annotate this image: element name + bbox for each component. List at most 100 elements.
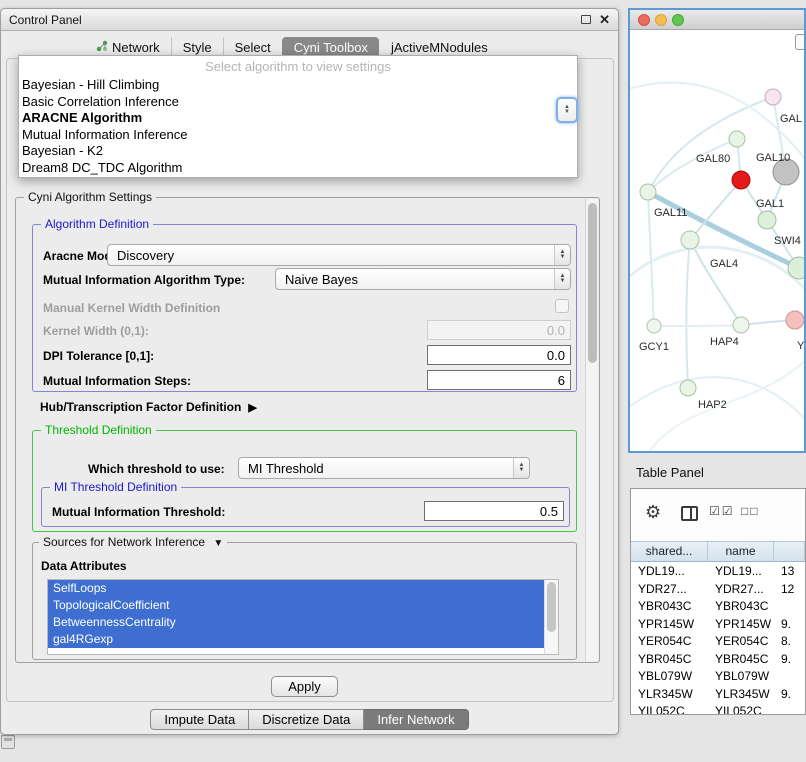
network-edge[interactable]: [690, 180, 741, 240]
table-row[interactable]: YBR043CYBR043C: [631, 598, 805, 616]
table-row[interactable]: YBR045CYBR045C9.: [631, 651, 805, 669]
network-edge[interactable]: [690, 240, 741, 325]
table-row[interactable]: YLR345WYLR345W9.: [631, 686, 805, 704]
table-row[interactable]: YIL052CYIL052C: [631, 703, 805, 714]
table-body: YDL19...YDL19...13YDR27...YDR27...12YBR0…: [631, 563, 805, 714]
zoom-traffic-light-icon[interactable]: [672, 14, 684, 26]
network-node[interactable]: [733, 317, 749, 333]
algorithm-option-aracne-algorithm[interactable]: ARACNE Algorithm: [19, 110, 577, 127]
table-cell: YIL052C: [708, 703, 774, 714]
algorithm-option-bayesian-k2[interactable]: Bayesian - K2: [19, 143, 577, 160]
table-row[interactable]: YPR145WYPR145W9.: [631, 616, 805, 634]
table-cell: YBL079W: [631, 668, 708, 686]
network-node[interactable]: [765, 89, 781, 105]
combo-arrows-icon: ▲▼: [554, 245, 570, 265]
mi-threshold-label: Mutual Information Threshold:: [52, 505, 225, 519]
algorithm-option-mutual-information-inference[interactable]: Mutual Information Inference: [19, 127, 577, 144]
close-window-icon[interactable]: ✕: [599, 13, 610, 26]
columns-icon[interactable]: [681, 506, 698, 521]
node-label: SWI4: [774, 235, 801, 247]
node-label: GAL80: [696, 153, 730, 165]
algorithm-definition-group: Algorithm Definition Aracne Mode: Discov…: [32, 224, 577, 392]
manual-kernel-checkbox[interactable]: [555, 299, 569, 313]
tab-label: Network: [112, 40, 160, 55]
network-edge[interactable]: [650, 360, 804, 450]
table-cell: YIL052C: [631, 703, 708, 714]
algorithm-option-basic-correlation-inference[interactable]: Basic Correlation Inference: [19, 94, 577, 111]
combo-down-icon: ▼: [564, 110, 570, 115]
gear-icon[interactable]: ⚙: [645, 503, 661, 521]
aracne-mode-value: Discovery: [117, 248, 554, 263]
network-node[interactable]: [647, 319, 661, 333]
node-label: GCY1: [639, 341, 669, 353]
aracne-mode-select[interactable]: Discovery ▲▼: [107, 244, 571, 266]
network-window-titlebar[interactable]: [630, 10, 804, 30]
mi-steps-field[interactable]: [427, 370, 571, 390]
collapsed-arrow-icon[interactable]: ▶: [248, 401, 256, 414]
attribute-item-betweennesscentrality[interactable]: BetweennessCentrality: [48, 614, 544, 631]
node-label: GAL4: [710, 258, 738, 270]
dpi-tolerance-field[interactable]: [427, 345, 571, 365]
kernel-width-field[interactable]: [427, 320, 571, 340]
network-node[interactable]: [758, 211, 776, 229]
tab-label: Style: [183, 40, 212, 55]
mi-algorithm-type-select[interactable]: Naive Bayes ▲▼: [275, 268, 571, 290]
dropdown-placeholder: Select algorithm to view settings: [19, 56, 577, 77]
network-node[interactable]: [732, 171, 750, 189]
table-cell: YBR045C: [631, 651, 708, 669]
bottom-tab-impute-data[interactable]: Impute Data: [150, 709, 249, 730]
column-header-name[interactable]: name: [708, 542, 774, 561]
float-window-icon[interactable]: [581, 15, 591, 24]
algorithm-option-bayesian-hill-climbing[interactable]: Bayesian - Hill Climbing: [19, 77, 577, 94]
table-cell: [774, 668, 805, 686]
network-toolbar-fragment[interactable]: [795, 34, 804, 50]
collapsed-panel-icon[interactable]: [1, 735, 15, 749]
clear-checkboxes-icon[interactable]: □□: [741, 504, 760, 518]
data-attributes-list[interactable]: SelfLoopsTopologicalCoefficientBetweenne…: [47, 579, 559, 655]
network-edge[interactable]: [686, 240, 690, 388]
close-traffic-light-icon[interactable]: [638, 14, 650, 26]
bottom-tab-discretize-data[interactable]: Discretize Data: [249, 709, 364, 730]
attribute-item-topologicalcoefficient[interactable]: TopologicalCoefficient: [48, 597, 544, 614]
scrollbar-thumb[interactable]: [547, 582, 556, 632]
network-node[interactable]: [640, 184, 656, 200]
table-row[interactable]: YDL19...YDL19...13: [631, 563, 805, 581]
network-node[interactable]: [680, 380, 696, 396]
network-edge[interactable]: [654, 325, 741, 326]
attribute-item-selfloops[interactable]: SelfLoops: [48, 580, 544, 597]
minimize-traffic-light-icon[interactable]: [655, 14, 667, 26]
column-header-2[interactable]: [774, 542, 805, 561]
focused-combo-fragment[interactable]: ▲ ▼: [556, 97, 578, 123]
algorithm-option-dream8-dc-tdc-algorithm[interactable]: Dream8 DC_TDC Algorithm: [19, 160, 577, 177]
table-cell: YBR043C: [708, 598, 774, 616]
table-cell: YER054C: [708, 633, 774, 651]
network-node[interactable]: [729, 131, 745, 147]
table-cell: 9.: [774, 616, 805, 634]
bottom-tab-infer-network[interactable]: Infer Network: [364, 709, 468, 730]
which-threshold-select[interactable]: MI Threshold ▲▼: [238, 457, 530, 479]
table-cell: YDR27...: [631, 581, 708, 599]
mi-threshold-field[interactable]: [424, 501, 564, 521]
control-panel-titlebar[interactable]: Control Panel ✕: [1, 9, 618, 31]
table-cell: [774, 598, 805, 616]
network-node[interactable]: [786, 311, 804, 329]
select-all-checkboxes-icon[interactable]: ☑☑: [709, 504, 735, 518]
attribute-list-scrollbar[interactable]: [544, 580, 558, 654]
table-row[interactable]: YBL079WYBL079W: [631, 668, 805, 686]
hub-definition-section[interactable]: Hub/Transcription Factor Definition ▶: [40, 400, 257, 414]
expanded-arrow-icon[interactable]: ▼: [213, 538, 223, 549]
network-canvas[interactable]: GALGAL80GAL10GAL11GAL1SWI4GAL4GCY1HAP4YH…: [630, 30, 804, 451]
network-node[interactable]: [681, 231, 699, 249]
table-row[interactable]: YDR27...YDR27...12: [631, 581, 805, 599]
table-header-row: shared...name: [631, 541, 805, 562]
column-header-shared-[interactable]: shared...: [631, 542, 708, 561]
apply-button[interactable]: Apply: [271, 676, 338, 697]
attribute-item-gal4rgexp[interactable]: gal4RGexp: [48, 631, 544, 648]
threshold-definition-group: Threshold Definition Which threshold to …: [32, 430, 577, 532]
table-row[interactable]: YER054CYER054C8.: [631, 633, 805, 651]
tab-label: Select: [235, 40, 271, 55]
table-cell: YBR045C: [708, 651, 774, 669]
scrollbar-thumb[interactable]: [588, 203, 597, 363]
settings-scrollbar[interactable]: [585, 199, 598, 661]
network-edge[interactable]: [648, 139, 737, 192]
